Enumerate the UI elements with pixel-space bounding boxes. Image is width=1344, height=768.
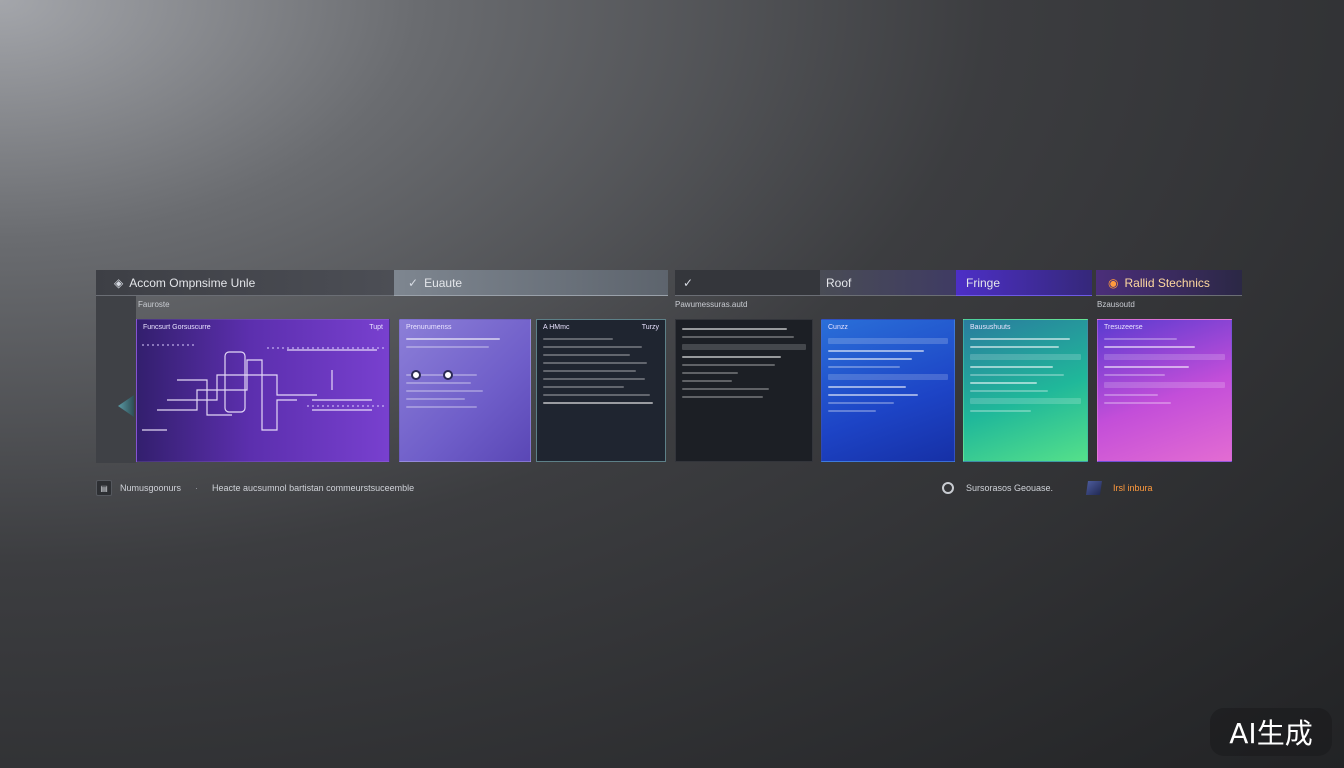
footer-right: Sursorasos Geouase.: [942, 478, 1053, 498]
tab-roof[interactable]: Roof: [820, 270, 956, 296]
card-content: [543, 338, 659, 455]
thumbnail-card[interactable]: [675, 319, 813, 462]
thumbnail-card[interactable]: Bausushuuts: [963, 319, 1088, 462]
tab-label: Roof: [826, 275, 852, 290]
tab-euaute[interactable]: ✓ Euaute: [394, 270, 668, 296]
tab-label: Accom Ompnsime Unle: [129, 275, 256, 290]
tab-fringe[interactable]: Fringe: [956, 270, 1092, 296]
card-label: Bausushuuts: [970, 324, 1011, 331]
window-strip: ◈ Accom Ompnsime Unle ✓ Euaute ✓ Roof Fr…: [96, 270, 1242, 463]
card-content: [970, 338, 1081, 455]
cube-icon: [1086, 481, 1102, 495]
card-label: Tresuzeerse: [1104, 324, 1143, 331]
footer-label: Numusgoonurs: [120, 483, 182, 493]
tab-label: Rallid Stechnics: [1124, 275, 1210, 290]
card-content: [1104, 338, 1225, 455]
node-icon: [443, 370, 453, 380]
side-panel: [96, 296, 136, 463]
card-content: [682, 328, 806, 455]
subheader-middle: Pawumessuras.autd: [675, 300, 748, 309]
footer-separator: ·: [195, 483, 199, 493]
node-icon: [411, 370, 421, 380]
card-label: A HMmc: [543, 324, 570, 331]
footer-link-group: Irsl inbura: [1086, 478, 1153, 498]
thumbnail-card[interactable]: Tresuzeerse: [1097, 319, 1232, 462]
thumbnail-card[interactable]: Cunzz: [821, 319, 955, 462]
checkmark-wave-icon: ✓: [683, 275, 694, 290]
tab-label: Euaute: [424, 275, 463, 290]
circuit-diagram: [142, 344, 387, 431]
globe-icon[interactable]: [942, 482, 954, 494]
card-content: [828, 338, 948, 455]
document-icon[interactable]: ▤: [96, 480, 112, 496]
card-label: Prenurumenss: [406, 324, 452, 331]
subheader-right: Bzausoutd: [1097, 300, 1135, 309]
card-content: [406, 338, 524, 455]
footer-description: Heacte aucsumnol bartistan commeurstsuce…: [212, 483, 415, 493]
ai-generated-badge: AI生成: [1210, 708, 1332, 756]
layers-icon: ◈: [114, 275, 124, 290]
arrow-left-icon[interactable]: [118, 395, 134, 417]
checkmark-wave-icon: ✓: [408, 275, 419, 290]
tab-bar: ◈ Accom Ompnsime Unle ✓ Euaute ✓ Roof Fr…: [96, 270, 1242, 296]
tab-check[interactable]: ✓: [675, 270, 820, 296]
card-tag: Turzy: [641, 324, 659, 331]
tab-accom[interactable]: ◈ Accom Ompnsime Unle: [96, 270, 394, 296]
footer-link[interactable]: Irsl inbura: [1113, 483, 1153, 493]
footer-left: ▤ Numusgoonurs · Heacte aucsumnol bartis…: [96, 478, 414, 498]
card-label: Cunzz: [828, 324, 848, 331]
thumbnail-card[interactable]: Prenurumenss: [399, 319, 531, 462]
circle-icon: ◉: [1108, 275, 1119, 290]
tab-label: Fringe: [966, 275, 1001, 290]
thumbnail-card[interactable]: A HMmc Turzy: [536, 319, 666, 462]
subheader-left: Fauroste: [138, 300, 170, 309]
tab-rallid[interactable]: ◉ Rallid Stechnics: [1096, 270, 1242, 296]
thumbnail-card[interactable]: Funcsurt Gorsuscurre Tupt: [136, 319, 390, 462]
footer-status: Sursorasos Geouase.: [966, 483, 1054, 493]
